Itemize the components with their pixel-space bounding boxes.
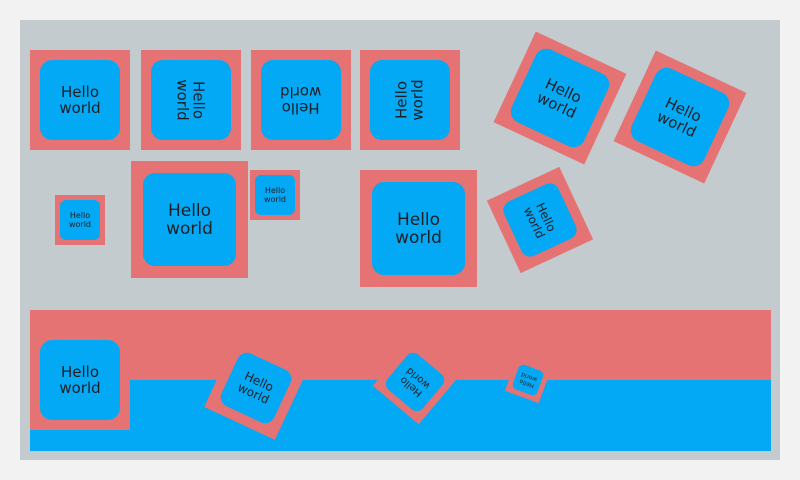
card-inner: Hello world — [372, 182, 465, 275]
card-small-2: Hello world — [250, 170, 300, 220]
card-inner: Hello world — [626, 63, 734, 171]
card-rot-1: Hello world — [493, 31, 627, 165]
card-inner: Hello world — [370, 60, 450, 140]
hello-world-label: Hello world — [235, 368, 276, 407]
hello-world-label: Hello world — [518, 370, 539, 390]
card-large-1: Hello world — [131, 161, 248, 278]
card-inner: Hello world — [217, 349, 295, 427]
hello-world-label: Hello world — [68, 211, 92, 229]
hello-world-label: Hello world — [398, 364, 433, 399]
card-small-1: Hello world — [55, 195, 105, 245]
card-row1-c: Hello world — [251, 50, 351, 150]
hello-world-label: Hello world — [654, 93, 705, 142]
card-inner: Hello world — [143, 173, 236, 266]
card-row1-d: Hello world — [360, 50, 460, 150]
card-row1-b: Hello world — [141, 50, 241, 150]
hello-world-label: Hello world — [521, 200, 560, 241]
hello-world-label: Hello world — [59, 83, 101, 117]
band: Hello world Hello world Hello world Hell… — [30, 310, 771, 451]
card-inner: Hello world — [60, 200, 100, 240]
card-row1-a: Hello world — [30, 50, 130, 150]
hello-world-label: Hello world — [393, 79, 427, 121]
card-inner: Hello world — [151, 60, 231, 140]
hello-world-label: Hello world — [174, 79, 208, 121]
hello-world-label: Hello world — [166, 200, 213, 239]
card-large-2: Hello world — [360, 170, 477, 287]
card-rot-2: Hello world — [613, 50, 747, 184]
card-inner: Hello world — [40, 340, 120, 420]
card-inner: Hello world — [500, 180, 580, 260]
hello-world-label: Hello world — [280, 83, 322, 117]
card-inner: Hello world — [261, 60, 341, 140]
card-inner: Hello world — [40, 60, 120, 140]
card-inner: Hello world — [511, 363, 545, 397]
hello-world-label: Hello world — [395, 209, 442, 248]
canvas: Hello world Hello world Hello world Hell… — [20, 20, 780, 460]
card-band-1: Hello world — [30, 330, 130, 430]
hello-world-label: Hello world — [263, 186, 287, 204]
hello-world-label: Hello world — [59, 363, 101, 397]
hello-world-label: Hello world — [534, 74, 585, 123]
card-inner: Hello world — [255, 175, 295, 215]
card-rot-3: Hello world — [486, 166, 594, 274]
card-inner: Hello world — [506, 44, 614, 152]
